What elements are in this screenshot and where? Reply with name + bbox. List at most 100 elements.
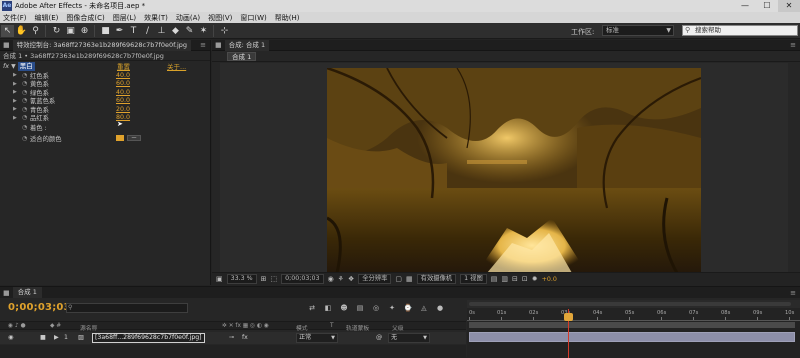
views-dropdown[interactable]: 1 视图 (460, 274, 487, 284)
graph-editor-icon[interactable]: ◬ (418, 303, 430, 313)
layer-name[interactable]: [3a68ff...289f69628c7b7f0e0f.jpg] (92, 333, 205, 343)
menu-window[interactable]: 窗口(W) (240, 13, 266, 23)
fx-switch-icon[interactable]: fx (242, 334, 248, 341)
puppet-tool-icon[interactable]: ✶ (197, 25, 210, 37)
timeline-search-input[interactable]: ⚲ (66, 303, 188, 313)
close-button[interactable]: ✕ (778, 0, 800, 12)
property-value[interactable]: 60.0 (116, 80, 130, 87)
maximize-button[interactable]: ☐ (756, 0, 778, 12)
property-value[interactable]: 40.0 (116, 89, 130, 96)
reset-link[interactable]: 重置 (117, 61, 130, 71)
property-value[interactable]: 20.0 (116, 106, 130, 113)
expand-triangle-icon[interactable]: ▶ (13, 81, 17, 87)
time-navigator-bar[interactable] (469, 302, 791, 306)
stopwatch-icon[interactable]: ◔ (22, 135, 27, 142)
flowchart-icon[interactable]: ⊡ (522, 275, 528, 283)
zoom-dropdown[interactable]: 33.3 % (226, 274, 257, 284)
color-swatch[interactable] (116, 135, 124, 141)
region-of-interest-icon[interactable]: ▢ (395, 275, 402, 283)
panel-menu-icon[interactable]: ≡ (200, 41, 206, 49)
close-panel-icon[interactable]: ■ (3, 289, 10, 297)
shy-switch-icon[interactable]: ⊸ (229, 334, 234, 341)
stopwatch-icon[interactable]: ◔ (22, 97, 27, 104)
mode-dropdown[interactable]: 正常 ▼ (296, 333, 338, 343)
draft-3d-icon[interactable]: ◧ (322, 303, 334, 313)
expand-triangle-icon[interactable]: ▶ (54, 334, 59, 341)
effect-row[interactable]: fx ▼ 黑白 重置 关于... (0, 61, 210, 71)
camera-tool-icon[interactable]: ▣ (64, 25, 77, 37)
panel-menu-icon[interactable]: ≡ (790, 41, 796, 49)
stopwatch-icon[interactable]: ◔ (22, 89, 27, 96)
transparency-grid-icon[interactable]: ▦ (406, 275, 413, 283)
timeline-timecode[interactable]: 0;00;03;03 (8, 302, 71, 313)
clone-stamp-tool-icon[interactable]: ⊥ (155, 25, 168, 37)
menu-edit[interactable]: 编辑(E) (35, 13, 59, 23)
timeline-icon[interactable]: ⊟ (512, 275, 518, 283)
menu-help[interactable]: 帮助(H) (275, 13, 300, 23)
expand-triangle-icon[interactable]: ▶ (13, 89, 17, 95)
composition-viewer[interactable] (220, 63, 788, 280)
brainstorm-icon[interactable]: ✦ (386, 303, 398, 313)
ruler-ticks[interactable]: 0s01s02s03s04s05s06s07s08s09s10s (467, 309, 800, 321)
stopwatch-icon[interactable]: ◔ (22, 80, 27, 87)
pickwhip-icon[interactable]: @ (376, 334, 382, 341)
current-time-field[interactable]: 0;00;03;03 (281, 274, 324, 284)
exposure-value[interactable]: +0.0 (542, 276, 557, 283)
camera-dropdown[interactable]: 有效摄像机 (416, 274, 457, 284)
property-value[interactable]: 40.0 (116, 72, 130, 79)
pan-behind-tool-icon[interactable]: ⊕ (78, 25, 91, 37)
fx-toggle-icon[interactable]: fx (3, 62, 9, 70)
eyedropper-icon[interactable]: — (127, 135, 141, 141)
about-link[interactable]: 关于... (167, 61, 186, 71)
toggle-pixel-aspect-icon[interactable]: ▤ (491, 275, 498, 283)
motion-blur-icon[interactable]: ◎ (370, 303, 382, 313)
stopwatch-icon[interactable]: ◔ (22, 114, 27, 121)
snapshot-icon[interactable]: ◉ (328, 275, 334, 283)
hand-tool-icon[interactable]: ✋ (15, 25, 28, 37)
composition-mini-flowchart-icon[interactable]: ⇄ (306, 303, 318, 313)
menu-composition[interactable]: 图像合成(C) (66, 13, 104, 23)
stopwatch-icon[interactable]: ◔ (22, 106, 27, 113)
time-navigator[interactable] (467, 300, 800, 308)
column-source-name[interactable]: 源名称 (80, 323, 97, 332)
parent-dropdown[interactable]: 无 ▼ (388, 333, 430, 343)
roto-brush-tool-icon[interactable]: ✎ (183, 25, 196, 37)
rotate-tool-icon[interactable]: ↻ (50, 25, 63, 37)
lock-panel-icon[interactable]: ■ (215, 41, 222, 49)
expand-triangle-icon[interactable]: ▼ (11, 63, 16, 70)
close-panel-icon[interactable]: ■ (3, 41, 10, 49)
always-preview-icon[interactable]: ▣ (216, 275, 223, 283)
shy-layers-icon[interactable]: ☻ (338, 303, 350, 313)
current-time-indicator-head[interactable] (564, 313, 574, 321)
pen-tool-icon[interactable]: ✒ (113, 25, 126, 37)
rectangle-mask-tool-icon[interactable]: ■ (99, 25, 112, 37)
expand-triangle-icon[interactable]: ▶ (13, 106, 17, 112)
composition-subtab[interactable]: 合成 1 (227, 51, 257, 61)
property-value[interactable]: 60.0 (116, 97, 130, 104)
panel-menu-icon[interactable]: ≡ (790, 289, 796, 297)
visibility-eye-icon[interactable]: ◉ (8, 334, 13, 341)
show-snapshot-icon[interactable]: ⚘ (338, 275, 344, 283)
record-icon[interactable]: ● (434, 303, 446, 313)
resolution-dropdown[interactable]: 全分辨率 (358, 274, 392, 284)
label-color-swatch[interactable]: ■ (40, 334, 46, 341)
stopwatch-icon[interactable]: ◔ (22, 124, 27, 131)
workspace-dropdown[interactable]: 标准 ▼ (602, 25, 674, 36)
tab-timeline[interactable]: 合成 1 (12, 287, 42, 298)
menu-animation[interactable]: 动画(A) (176, 13, 200, 23)
search-help-input[interactable]: ⚲ 搜索帮助 (682, 25, 798, 36)
time-ruler[interactable]: 0s01s02s03s04s05s06s07s08s09s10s (467, 300, 800, 358)
zoom-tool-icon[interactable]: ⚲ (29, 25, 42, 37)
expand-triangle-icon[interactable]: ▶ (13, 115, 17, 121)
eraser-tool-icon[interactable]: ◆ (169, 25, 182, 37)
mask-visibility-icon[interactable]: ⬚ (271, 275, 278, 283)
safe-area-icon[interactable]: ⊞ (261, 275, 267, 283)
exposure-icon[interactable]: ✹ (532, 275, 538, 283)
tab-effect-controls[interactable]: 特效控制台: 3a68ff27363e1b289f69628c7b7f0e0f.… (12, 39, 192, 51)
menu-layer[interactable]: 图层(L) (113, 13, 136, 23)
minimize-button[interactable]: — (734, 0, 756, 12)
brush-tool-icon[interactable]: ∕ (141, 25, 154, 37)
selection-tool-icon[interactable]: ↖ (1, 24, 14, 37)
layer-row[interactable]: ◉ ■ ▶ 1 ▨ [3a68ff...289f69628c7b7f0e0f.j… (0, 332, 466, 344)
local-axis-icon[interactable]: ⊹ (218, 25, 231, 37)
